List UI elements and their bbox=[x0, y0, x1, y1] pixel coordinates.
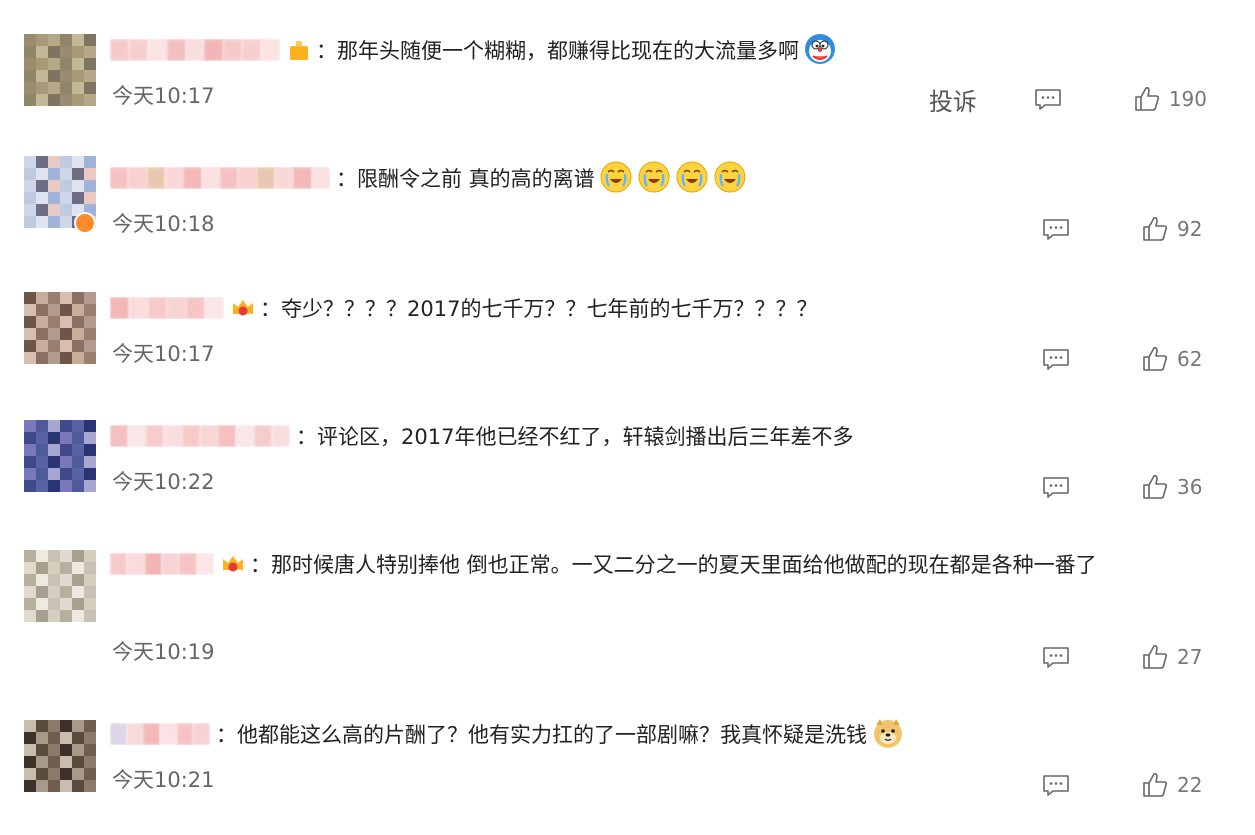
thumbs-up-icon bbox=[1143, 773, 1168, 797]
comment-actions: 62 bbox=[1041, 344, 1207, 374]
laugh-cry-icon bbox=[714, 161, 746, 193]
comment-item: ：他都能这么高的片酬了？他有实力扛的了一部剧嘛？我真怀疑是洗钱 今天10:21 … bbox=[0, 690, 1255, 835]
crown-badge-icon: 4 bbox=[233, 300, 253, 321]
reply-icon[interactable] bbox=[1041, 645, 1071, 669]
laugh-cry-icon bbox=[600, 161, 632, 193]
username[interactable] bbox=[110, 553, 214, 575]
comment-body: ：那年头随便一个糊糊，都赚得比现在的大流量多啊 bbox=[110, 34, 1207, 69]
username[interactable] bbox=[110, 167, 330, 189]
comment-text: ：那时候唐人特别捧他 倒也正常。一又二分之一的夏天里面给他做配的现在都是各种一番… bbox=[250, 553, 1097, 577]
reply-icon[interactable] bbox=[1041, 347, 1071, 371]
reply-icon[interactable] bbox=[1033, 87, 1063, 111]
thumbs-up-icon bbox=[1135, 87, 1159, 111]
crown-badge-icon: 2 bbox=[223, 556, 243, 577]
comment-body: ：限酬令之前 真的高的离谱 bbox=[110, 161, 1207, 197]
comment-item: ：那年头随便一个糊糊，都赚得比现在的大流量多啊 今天10:17 投诉 190 bbox=[0, 0, 1255, 130]
comment-body: 2 ：那时候唐人特别捧他 倒也正常。一又二分之一的夏天里面给他做配的现在都是各种一… bbox=[110, 548, 1207, 582]
comment-time: 今天10:17 bbox=[112, 84, 215, 108]
thumbs-up-icon bbox=[1143, 645, 1168, 669]
avatar[interactable] bbox=[24, 550, 96, 622]
like-button[interactable]: 27 bbox=[1141, 643, 1207, 671]
username[interactable] bbox=[110, 39, 280, 61]
like-count: 22 bbox=[1177, 773, 1203, 797]
avatar[interactable] bbox=[24, 720, 96, 792]
like-button[interactable]: 36 bbox=[1141, 473, 1207, 501]
laugh-cry-icon bbox=[638, 161, 670, 193]
comment-actions: 投诉 190 bbox=[929, 82, 1207, 117]
comment-actions: 22 bbox=[1041, 770, 1207, 800]
reply-icon[interactable] bbox=[1041, 773, 1071, 797]
comment-item: ：限酬令之前 真的高的离谱 今天10:18 92 bbox=[0, 130, 1255, 260]
reply-icon[interactable] bbox=[1041, 217, 1071, 241]
like-button[interactable]: 92 bbox=[1141, 215, 1207, 243]
comment-actions: 36 bbox=[1041, 472, 1207, 502]
avatar[interactable] bbox=[24, 420, 96, 492]
comment-text: ：那年头随便一个糊糊，都赚得比现在的大流量多啊 bbox=[316, 39, 799, 63]
comment-body: ：评论区，2017年他已经不红了，轩辕剑播出后三年差不多 bbox=[110, 420, 1207, 454]
report-button[interactable]: 投诉 bbox=[929, 82, 977, 117]
emoji-group bbox=[595, 161, 747, 193]
avatar-badge-icon bbox=[74, 212, 96, 234]
comment-text: ：夺少？？？？2017的七千万？？七年前的七千万？？？？ bbox=[260, 297, 818, 321]
gold-badge-icon bbox=[290, 41, 308, 60]
svg-text:4: 4 bbox=[247, 312, 252, 321]
username[interactable] bbox=[110, 425, 290, 447]
like-count: 190 bbox=[1168, 87, 1207, 111]
comment-actions: 27 bbox=[1041, 642, 1207, 672]
comment-text: ：他都能这么高的片酬了？他有实力扛的了一部剧嘛？我真怀疑是洗钱 bbox=[216, 723, 867, 747]
like-button[interactable]: 62 bbox=[1141, 345, 1207, 373]
like-button[interactable]: 190 bbox=[1133, 85, 1207, 113]
comment-item: 4 ：夺少？？？？2017的七千万？？七年前的七千万？？？？ 今天10:17 62 bbox=[0, 260, 1255, 390]
thumbs-up-icon bbox=[1143, 217, 1168, 241]
username[interactable] bbox=[110, 297, 224, 319]
comment-time: 今天10:21 bbox=[112, 768, 215, 792]
comment-list: ：那年头随便一个糊糊，都赚得比现在的大流量多啊 今天10:17 投诉 190 ：… bbox=[0, 0, 1255, 835]
svg-text:2: 2 bbox=[237, 568, 242, 577]
doraemon-sticker bbox=[805, 34, 835, 64]
like-count: 27 bbox=[1177, 645, 1203, 669]
comment-time: 今天10:19 bbox=[112, 640, 215, 664]
like-count: 92 bbox=[1177, 217, 1203, 241]
comment-body: ：他都能这么高的片酬了？他有实力扛的了一部剧嘛？我真怀疑是洗钱 bbox=[110, 718, 1207, 753]
thumbs-up-icon bbox=[1143, 475, 1168, 499]
reply-icon[interactable] bbox=[1041, 475, 1071, 499]
avatar[interactable] bbox=[24, 34, 96, 106]
username[interactable] bbox=[110, 723, 210, 745]
comment-time: 今天10:18 bbox=[112, 212, 215, 236]
doge-emoji bbox=[874, 719, 902, 748]
avatar[interactable] bbox=[24, 292, 96, 364]
comment-actions: 92 bbox=[1041, 214, 1207, 244]
like-count: 36 bbox=[1177, 475, 1203, 499]
comment-time: 今天10:22 bbox=[112, 470, 215, 494]
comment-time: 今天10:17 bbox=[112, 342, 215, 366]
comment-body: 4 ：夺少？？？？2017的七千万？？七年前的七千万？？？？ bbox=[110, 292, 1207, 326]
comment-text: ：评论区，2017年他已经不红了，轩辕剑播出后三年差不多 bbox=[296, 425, 854, 449]
thumbs-up-icon bbox=[1143, 347, 1168, 371]
like-count: 62 bbox=[1177, 347, 1203, 371]
comment-item: 2 ：那时候唐人特别捧他 倒也正常。一又二分之一的夏天里面给他做配的现在都是各种一… bbox=[0, 520, 1255, 690]
laugh-cry-icon bbox=[676, 161, 708, 193]
comment-item: ：评论区，2017年他已经不红了，轩辕剑播出后三年差不多 今天10:22 36 bbox=[0, 390, 1255, 520]
like-button[interactable]: 22 bbox=[1141, 771, 1207, 799]
comment-text: ：限酬令之前 真的高的离谱 bbox=[336, 167, 595, 191]
